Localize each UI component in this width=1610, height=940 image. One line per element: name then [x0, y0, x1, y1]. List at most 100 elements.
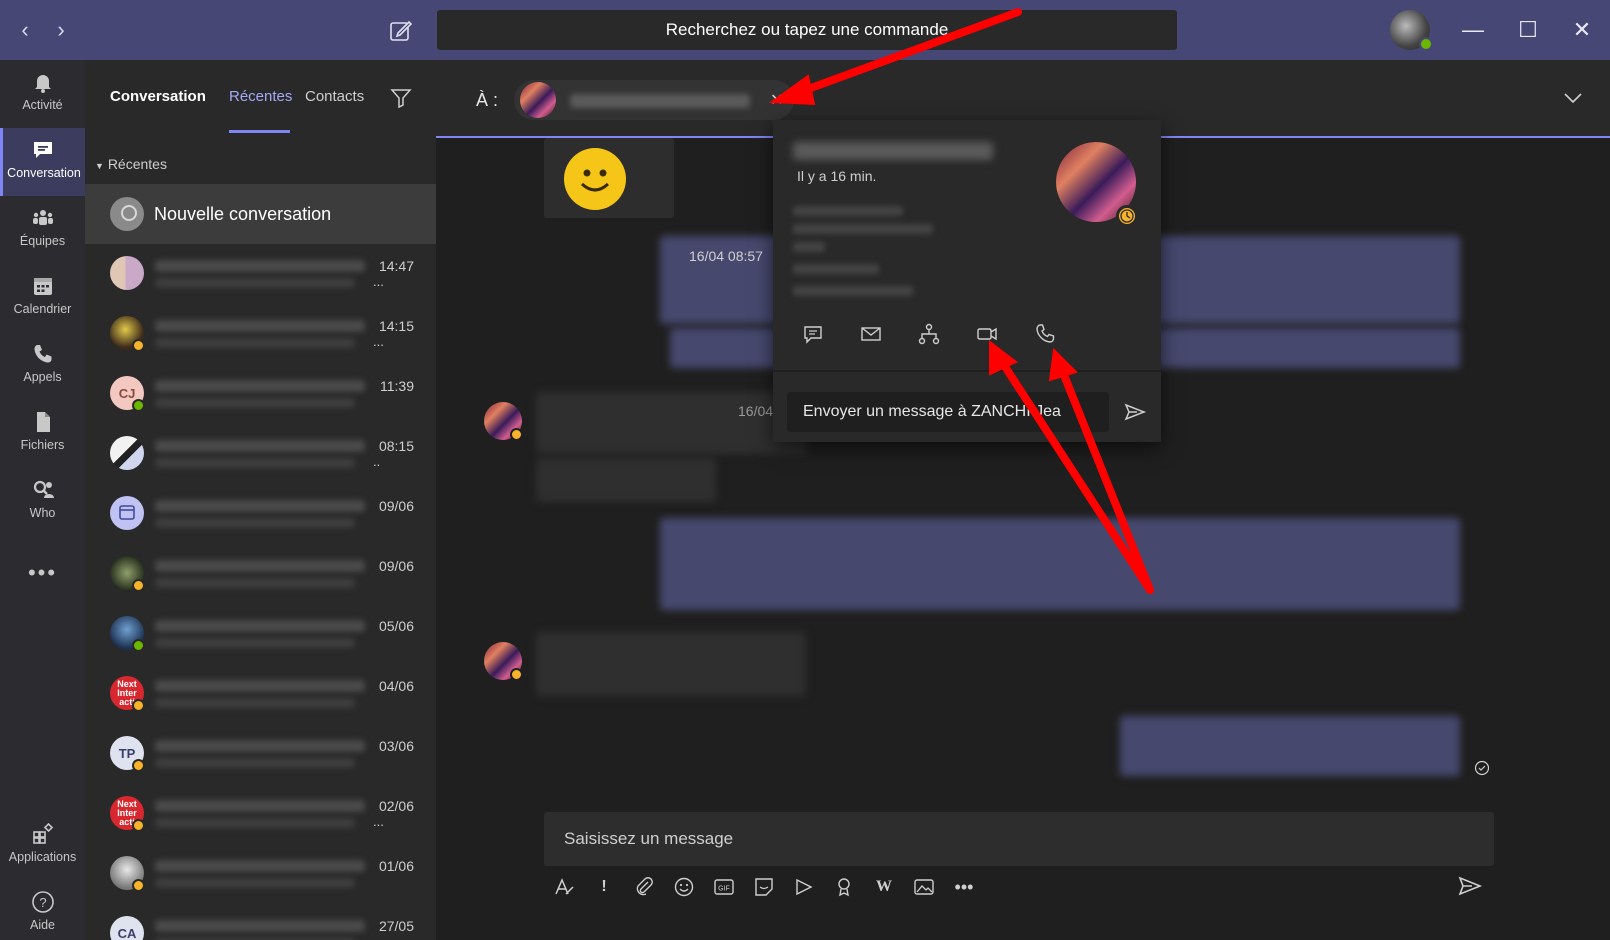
minimize-icon[interactable]: —: [1458, 16, 1488, 46]
blurred-preview: [155, 758, 355, 768]
tab-contacts[interactable]: Contacts: [305, 88, 364, 105]
list-item[interactable]: 14:47 ...: [85, 244, 436, 304]
message-input[interactable]: [544, 812, 1494, 866]
active-tab-indicator: [229, 130, 290, 133]
filter-icon[interactable]: [389, 86, 413, 110]
tab-conversation[interactable]: Conversation: [110, 88, 206, 105]
list-item[interactable]: 08:15 ..: [85, 424, 436, 484]
blurred-name: [155, 860, 365, 872]
attach-icon[interactable]: [632, 876, 656, 900]
search-box[interactable]: Recherchez ou tapez une commande: [437, 10, 1177, 50]
rail-item-files[interactable]: Fichiers: [0, 400, 85, 468]
rail-item-activity[interactable]: Activité: [0, 60, 85, 128]
compose-icon[interactable]: [388, 18, 414, 44]
send-icon[interactable]: [1456, 872, 1484, 900]
rail-item-applications[interactable]: Applications: [0, 812, 85, 880]
praise-icon[interactable]: [832, 876, 856, 900]
blurred-preview: [155, 578, 355, 588]
meet-icon[interactable]: [792, 876, 816, 900]
away-status-icon: [1116, 205, 1138, 227]
rail-item-help[interactable]: ? Aide: [0, 880, 85, 940]
blurred-info: [793, 206, 903, 216]
blurred-name: [155, 440, 365, 452]
blurred-recipient-name: [570, 94, 750, 108]
list-item-time: 05/06: [378, 618, 414, 634]
video-call-icon[interactable]: [975, 322, 999, 346]
card-message-input[interactable]: Envoyer un message à ZANCHI Jea: [787, 392, 1109, 432]
blurred-info: [793, 286, 913, 296]
mail-icon[interactable]: [859, 322, 883, 346]
blurred-name: [155, 800, 365, 812]
list-item-time: 11:39: [380, 378, 414, 394]
list-item[interactable]: Next Inter acti 04/06: [85, 664, 436, 724]
teams-window: ‹ › Recherchez ou tapez une commande — ☐…: [0, 0, 1610, 940]
apps-icon: [32, 822, 53, 844]
received-message-blurred: [536, 392, 806, 454]
list-item-time: 09/06: [378, 558, 414, 574]
blurred-info: [793, 264, 879, 274]
avatar: [110, 436, 144, 470]
send-icon[interactable]: [1123, 400, 1147, 424]
rail-item-who[interactable]: Who: [0, 468, 85, 536]
blurred-name: [155, 740, 365, 752]
emoji-icon[interactable]: [672, 876, 696, 900]
important-icon[interactable]: !: [592, 876, 616, 900]
gif-icon[interactable]: GIF: [712, 876, 736, 900]
list-item[interactable]: 01/06: [85, 844, 436, 904]
section-header-recentes[interactable]: ▼ Récentes: [95, 156, 167, 172]
new-conversation-item[interactable]: Nouvelle conversation: [85, 184, 436, 244]
close-icon[interactable]: ✕: [1567, 16, 1597, 46]
wiki-icon[interactable]: W: [872, 876, 896, 900]
format-icon[interactable]: [552, 876, 576, 900]
list-item[interactable]: 05/06: [85, 604, 436, 664]
sent-message-blurred: [660, 518, 1460, 610]
away-status-icon: [510, 428, 523, 441]
phone-call-icon[interactable]: [1033, 322, 1057, 346]
blurred-preview: [155, 878, 355, 888]
remove-recipient-icon[interactable]: ✕: [770, 90, 783, 110]
recipient-chip[interactable]: ✕: [514, 80, 794, 120]
rail-label: Aide: [29, 918, 56, 932]
app-rail: Activité Conversation Équipes Calendrier…: [0, 60, 85, 940]
away-status-icon: [132, 819, 145, 832]
sticker-icon[interactable]: [752, 876, 776, 900]
chat-icon[interactable]: [801, 322, 825, 346]
image-icon[interactable]: [912, 876, 936, 900]
list-item[interactable]: Next Inter acti 02/06 ...: [85, 784, 436, 844]
maximize-icon[interactable]: ☐: [1513, 16, 1543, 46]
list-item[interactable]: TP 03/06: [85, 724, 436, 784]
received-message-blurred: [536, 458, 716, 502]
rail-item-calls[interactable]: Appels: [0, 332, 85, 400]
tab-recentes[interactable]: Récentes: [229, 88, 292, 105]
list-item[interactable]: 09/06: [85, 544, 436, 604]
available-status-icon: [132, 399, 145, 412]
list-item-time: 04/06: [378, 678, 414, 694]
list-item[interactable]: 09/06: [85, 484, 436, 544]
rail-label: Équipes: [19, 234, 66, 248]
org-chart-icon[interactable]: [917, 322, 941, 346]
away-status-icon: [132, 879, 145, 892]
list-item[interactable]: 14:15 ...: [85, 304, 436, 364]
chevron-left-icon[interactable]: ‹: [12, 18, 38, 44]
more-apps-icon[interactable]: •••: [0, 560, 85, 586]
avatar: [110, 256, 144, 290]
list-item[interactable]: CA 27/05: [85, 904, 436, 940]
emoji-message: [544, 138, 674, 218]
rail-item-calendar[interactable]: Calendrier: [0, 264, 85, 332]
phone-icon: [34, 345, 51, 363]
sent-message-blurred: [1120, 716, 1460, 776]
blurred-name: [155, 320, 365, 332]
more-icon[interactable]: •••: [952, 876, 976, 900]
chevron-down-icon[interactable]: [1561, 86, 1585, 110]
chevron-right-icon[interactable]: ›: [48, 18, 74, 44]
to-label: À :: [476, 90, 499, 110]
svg-text:?: ?: [39, 895, 46, 910]
person-icon: [110, 197, 144, 231]
list-item[interactable]: CJ 11:39: [85, 364, 436, 424]
blurred-preview: [155, 398, 355, 408]
rail-item-teams[interactable]: Équipes: [0, 196, 85, 264]
message-compose-box[interactable]: [544, 812, 1494, 866]
avatar: CA: [110, 916, 144, 940]
list-item-time: 14:15: [378, 318, 414, 334]
rail-item-conversation[interactable]: Conversation: [0, 128, 85, 196]
